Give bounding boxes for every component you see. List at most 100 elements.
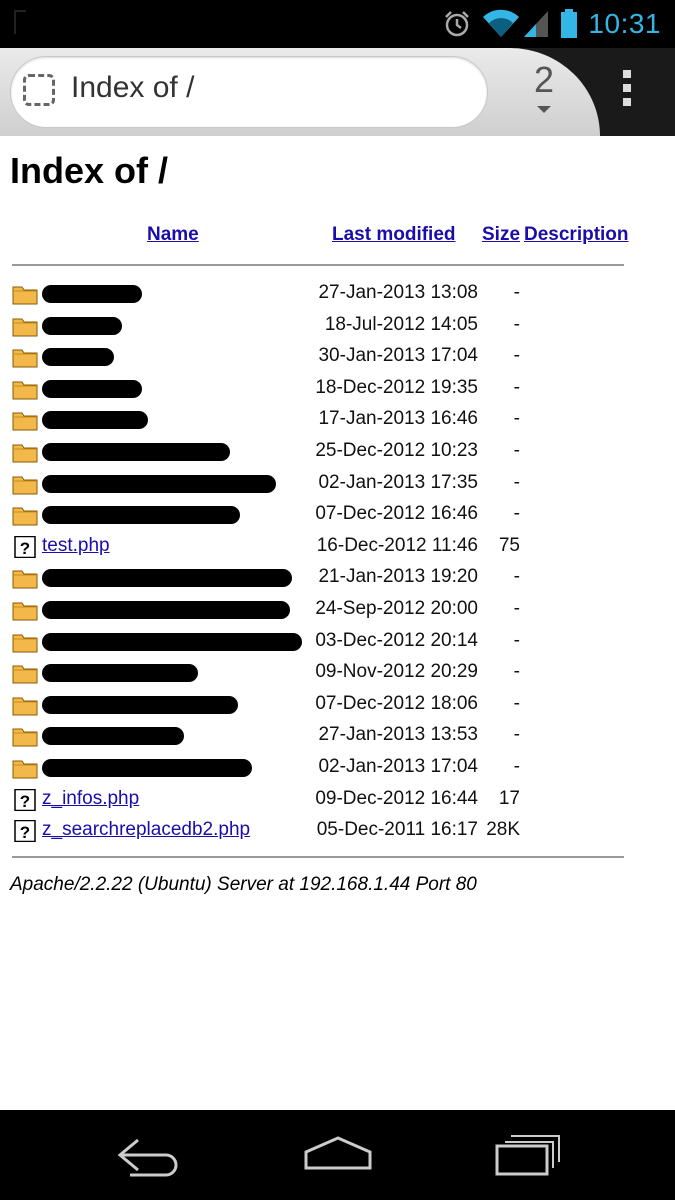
table-row[interactable]: 27-Jan-2013 13:08 -	[0, 279, 675, 309]
table-row[interactable]: 24-Sep-2012 20:00 -	[0, 595, 675, 625]
table-row[interactable]: 17-Jan-2013 16:46 -	[0, 405, 675, 435]
last-modified: 25-Dec-2012 10:23	[315, 440, 478, 461]
server-signature: Apache/2.2.22 (Ubuntu) Server at 192.168…	[10, 874, 477, 895]
omnibox[interactable]: Index of /	[10, 56, 488, 128]
last-modified: 09-Dec-2012 16:44	[315, 787, 478, 809]
last-modified: 09-Nov-2012 20:29	[315, 661, 478, 683]
unknown-file-icon: ?	[14, 820, 36, 843]
recent-apps-icon[interactable]	[487, 1130, 567, 1180]
overflow-menu-icon[interactable]	[612, 70, 642, 112]
last-modified: 02-Jan-2013 17:04	[318, 756, 478, 777]
redaction-scribble	[42, 443, 230, 461]
page-content: Index of / Name Last modified Size Descr…	[0, 136, 675, 1110]
file-size: -	[513, 282, 520, 303]
browser-toolbar: Index of / 2	[0, 48, 675, 136]
file-size: -	[513, 471, 520, 493]
alarm-icon	[445, 11, 470, 37]
svg-text:?: ?	[20, 823, 30, 842]
redaction-scribble	[42, 759, 252, 777]
folder-icon	[12, 760, 38, 779]
back-icon[interactable]	[110, 1130, 190, 1180]
folder-icon	[12, 697, 38, 716]
file-name-link[interactable]: z_infos.php	[42, 788, 139, 810]
last-modified: 16-Dec-2012 11:46	[316, 534, 478, 556]
table-row[interactable]: 09-Nov-2012 20:29 -	[0, 658, 675, 688]
file-size: -	[513, 566, 520, 588]
last-modified: 24-Sep-2012 20:00	[315, 598, 478, 619]
redaction-scribble	[42, 379, 142, 398]
toolbar-background: Index of / 2	[0, 48, 600, 136]
status-bar: 10:31	[0, 0, 675, 48]
table-row[interactable]: 21-Jan-2013 19:20 -	[0, 563, 675, 593]
last-modified: 18-Dec-2012 19:35	[315, 376, 478, 398]
folder-icon	[12, 318, 38, 337]
column-header-last-modified[interactable]: Last modified	[332, 224, 456, 246]
table-row[interactable]: ? z_infos.php 09-Dec-2012 16:44 17	[0, 785, 675, 815]
table-row[interactable]: 25-Dec-2012 10:23 -	[0, 437, 675, 467]
folder-icon	[12, 507, 38, 526]
tab-count: 2	[533, 59, 555, 100]
svg-text:?: ?	[20, 792, 30, 811]
table-row[interactable]: 30-Jan-2013 17:04 -	[0, 342, 675, 372]
table-row[interactable]: 18-Jul-2012 14:05 -	[0, 311, 675, 341]
folder-icon	[12, 570, 38, 589]
redaction-scribble	[42, 474, 276, 493]
folder-icon	[12, 665, 38, 684]
status-icons: 10:31	[442, 0, 675, 48]
home-icon[interactable]	[298, 1130, 378, 1180]
page-icon	[23, 74, 55, 106]
last-modified: 07-Dec-2012 18:06	[315, 692, 478, 714]
notification-icon	[14, 10, 26, 34]
header-divider	[12, 264, 624, 266]
redaction-scribble	[42, 601, 290, 619]
table-row[interactable]: 07-Dec-2012 16:46 -	[0, 500, 675, 530]
folder-icon	[12, 476, 38, 495]
clock: 10:31	[588, 8, 661, 39]
file-name-link[interactable]: test.php	[42, 535, 110, 557]
page-title: Index of /	[10, 150, 169, 191]
tab-switcher-button[interactable]: 2	[520, 60, 568, 120]
last-modified: 05-Dec-2011 16:17	[316, 819, 478, 841]
table-row[interactable]: 02-Jan-2013 17:04 -	[0, 753, 675, 783]
table-row[interactable]: 07-Dec-2012 18:06 -	[0, 690, 675, 720]
file-size: 17	[498, 787, 520, 809]
redaction-scribble	[42, 569, 292, 588]
file-size: -	[513, 313, 520, 335]
folder-icon	[12, 728, 38, 747]
table-row[interactable]: 03-Dec-2012 20:14 -	[0, 627, 675, 657]
redaction-scribble	[42, 285, 142, 303]
file-size: -	[513, 629, 520, 651]
table-row[interactable]: 18-Dec-2012 19:35 -	[0, 374, 675, 404]
footer-divider	[12, 856, 624, 858]
battery-icon	[561, 9, 578, 38]
redaction-scribble	[42, 316, 122, 335]
file-size: -	[513, 503, 520, 525]
table-row[interactable]: 02-Jan-2013 17:35 -	[0, 469, 675, 499]
omnibox-title: Index of /	[71, 71, 195, 104]
last-modified: 18-Jul-2012 14:05	[324, 313, 478, 335]
file-name-link[interactable]: z_searchreplacedb2.php	[42, 819, 250, 841]
last-modified: 02-Jan-2013 17:35	[318, 471, 478, 493]
table-row[interactable]: ? z_searchreplacedb2.php 05-Dec-2011 16:17…	[0, 816, 675, 846]
table-row[interactable]: 27-Jan-2013 13:53 -	[0, 721, 675, 751]
folder-icon	[12, 286, 38, 305]
file-size: -	[513, 440, 520, 461]
file-size: -	[513, 661, 520, 683]
file-size: -	[513, 756, 520, 777]
folder-icon	[12, 444, 38, 463]
tab-switcher-arrow-icon	[537, 106, 551, 113]
column-header-description[interactable]: Description	[524, 224, 629, 246]
folder-icon	[12, 634, 38, 653]
last-modified: 30-Jan-2013 17:04	[318, 345, 478, 367]
redaction-scribble	[42, 664, 198, 683]
redaction-scribble	[42, 348, 114, 367]
column-header-name[interactable]: Name	[147, 224, 199, 246]
table-row[interactable]: ? test.php 16-Dec-2012 11:46 75	[0, 532, 675, 562]
folder-icon	[12, 349, 38, 368]
unknown-file-icon: ?	[14, 535, 36, 558]
redaction-scribble	[42, 411, 148, 430]
last-modified: 17-Jan-2013 16:46	[318, 408, 478, 430]
redaction-scribble	[42, 727, 184, 746]
column-header-size[interactable]: Size	[482, 224, 520, 246]
last-modified: 21-Jan-2013 19:20	[318, 566, 478, 588]
